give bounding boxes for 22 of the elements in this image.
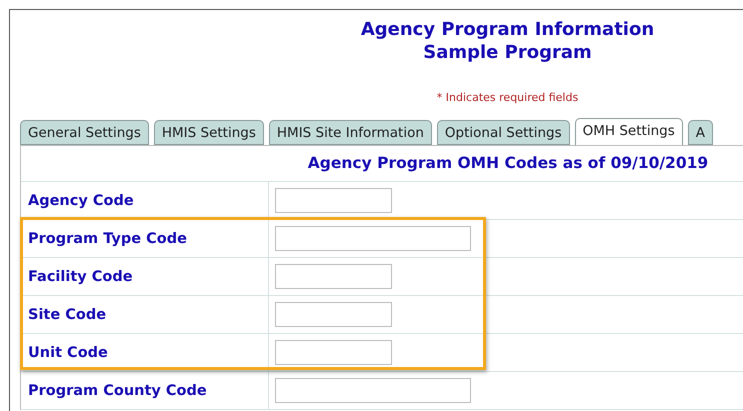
- tab[interactable]: OMH Settings: [574, 118, 683, 145]
- field-label: Facility Code: [21, 258, 269, 295]
- input-field[interactable]: [275, 264, 392, 289]
- tab[interactable]: HMIS Site Information: [268, 120, 432, 145]
- required-note: * Indicates required fields: [436, 91, 580, 106]
- page-title: Agency Program Information: [360, 18, 656, 41]
- field-label: Agency Code: [21, 182, 269, 219]
- tab[interactable]: A: [688, 120, 713, 145]
- input-field[interactable]: [275, 302, 392, 327]
- input-field[interactable]: [275, 226, 471, 251]
- field-label: Unit Code: [21, 334, 269, 371]
- field-label: Program County Code: [21, 372, 269, 409]
- input-field[interactable]: [275, 188, 392, 213]
- page-subtitle: Sample Program: [422, 41, 593, 64]
- field-label: Program Type Code: [21, 220, 269, 257]
- tab[interactable]: Optional Settings: [436, 120, 570, 145]
- tab[interactable]: General Settings: [20, 120, 149, 145]
- tab[interactable]: HMIS Settings: [154, 120, 264, 145]
- input-field[interactable]: [275, 340, 392, 365]
- field-label: Site Code: [21, 296, 269, 333]
- input-field[interactable]: [275, 378, 471, 403]
- table-heading: Agency Program OMH Codes as of 09/10/2019: [21, 146, 743, 182]
